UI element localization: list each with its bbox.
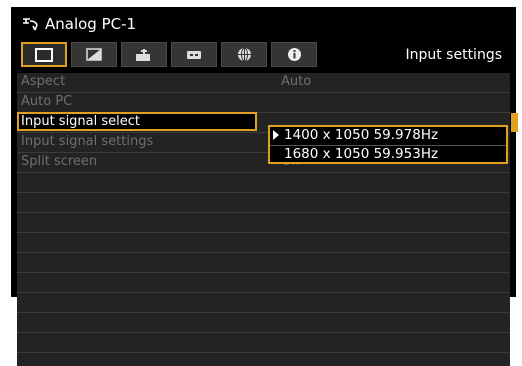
tab-info[interactable] — [271, 42, 317, 67]
row-label: Input signal settings — [21, 134, 154, 149]
empty-row — [17, 273, 510, 293]
menu-tabs — [21, 42, 317, 67]
projector-menu: Analog PC-1 Input settings Aspect Auto A… — [11, 7, 518, 366]
input-source-title: Analog PC-1 — [45, 15, 137, 33]
tab-installation[interactable] — [121, 42, 167, 67]
tab-network[interactable] — [221, 42, 267, 67]
empty-row — [17, 313, 510, 333]
settings-list: Aspect Auto Auto PC Input signal select … — [17, 73, 518, 366]
tab-image-adjust[interactable] — [71, 42, 117, 67]
row-value: Auto — [281, 74, 312, 89]
menu-header: Analog PC-1 — [21, 13, 136, 35]
empty-row — [17, 333, 510, 353]
display-icon — [35, 47, 53, 62]
row-label: Aspect — [21, 74, 66, 89]
empty-row — [17, 193, 510, 213]
system-icon — [187, 50, 201, 59]
empty-row — [17, 353, 510, 366]
signal-dropdown[interactable]: 1400 x 1050 59.978Hz 1680 x 1050 59.953H… — [268, 125, 508, 164]
info-icon — [287, 48, 301, 61]
dropdown-option[interactable]: 1680 x 1050 59.953Hz — [270, 146, 506, 164]
empty-row — [17, 213, 510, 233]
tab-system[interactable] — [171, 42, 217, 67]
row-label: Input signal select — [21, 114, 141, 129]
menu-title: Input settings — [405, 47, 502, 63]
image-adjust-icon — [86, 48, 102, 61]
tab-display[interactable] — [21, 42, 67, 67]
scroll-marker — [511, 113, 518, 132]
row-aspect[interactable]: Aspect Auto — [17, 73, 510, 93]
network-icon — [237, 47, 251, 62]
row-label: Auto PC — [21, 94, 73, 109]
row-label: Split screen — [21, 154, 98, 169]
empty-row — [17, 253, 510, 273]
input-source-icon — [21, 16, 41, 32]
empty-row — [17, 173, 510, 193]
installation-icon — [136, 48, 150, 61]
empty-row — [17, 293, 510, 313]
empty-row — [17, 233, 510, 253]
row-auto-pc[interactable]: Auto PC — [17, 93, 510, 113]
selected-arrow-icon — [273, 130, 279, 140]
dropdown-option[interactable]: 1400 x 1050 59.978Hz — [270, 127, 506, 146]
